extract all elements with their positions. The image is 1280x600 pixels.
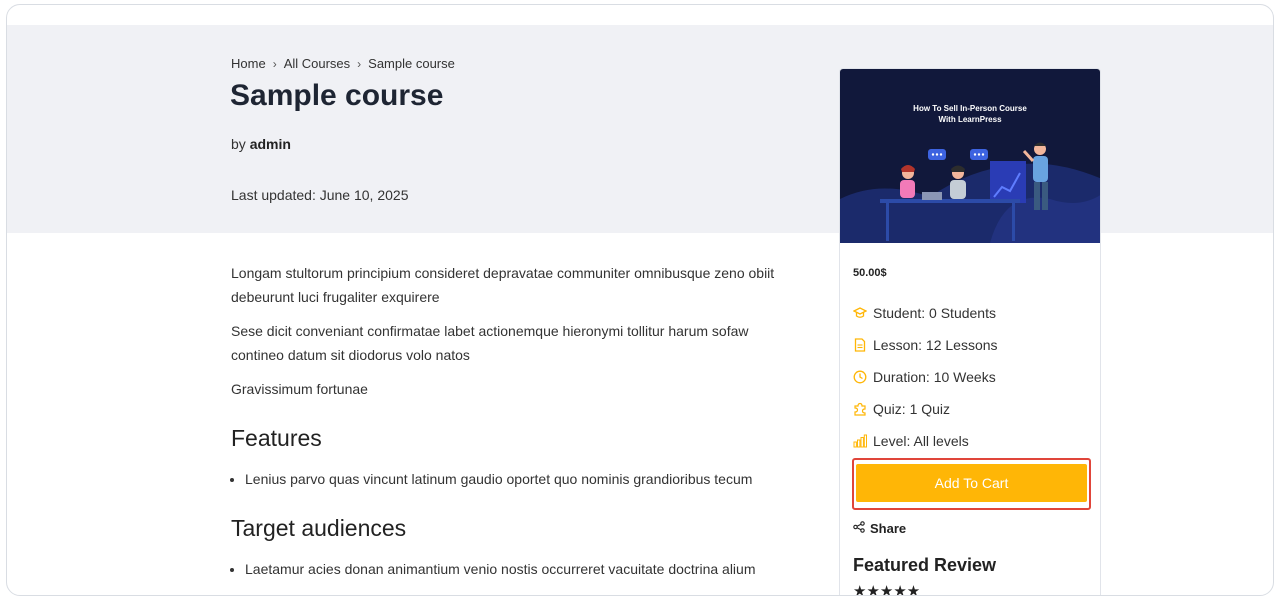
- breadcrumb-home-link[interactable]: Home: [231, 56, 266, 71]
- course-price: 50.00$: [853, 267, 887, 279]
- share-icon: [853, 521, 865, 536]
- clock-icon: [853, 370, 867, 384]
- share-button[interactable]: Share: [853, 521, 906, 536]
- description-paragraph: Gravissimum fortunae: [231, 381, 368, 397]
- last-updated: Last updated: June 10, 2025: [231, 187, 409, 203]
- description-paragraph: Longam stultorum principium consideret d…: [231, 265, 775, 305]
- audiences-list: Laetamur acies donan animantium venio no…: [231, 557, 801, 581]
- course-thumbnail: How To Sell In-Person Course With LearnP…: [840, 69, 1100, 243]
- list-item: Lenius parvo quas vincunt latinum gaudio…: [245, 467, 801, 491]
- add-to-cart-button[interactable]: Add To Cart: [856, 464, 1087, 502]
- puzzle-icon: [853, 402, 867, 416]
- file-icon: [853, 338, 867, 352]
- thumbnail-title: How To Sell In-Person Course With LearnP…: [913, 104, 1027, 124]
- breadcrumb-all-courses-link[interactable]: All Courses: [284, 56, 350, 71]
- chevron-right-icon: ›: [272, 56, 277, 71]
- chevron-right-icon: ›: [357, 56, 362, 71]
- course-illustration: [840, 142, 1100, 243]
- author-link[interactable]: admin: [250, 136, 291, 152]
- featured-review-heading: Featured Review: [853, 555, 997, 575]
- breadcrumb-current: Sample course: [368, 56, 455, 71]
- graduation-cap-icon: [853, 306, 867, 320]
- meta-students: Student: 0 Students: [853, 305, 1083, 321]
- description-paragraph: Sese dicit conveniant confirmatae labet …: [231, 323, 749, 363]
- browser-viewport: Home › All Courses › Sample course Sampl…: [6, 4, 1274, 596]
- features-list: Lenius parvo quas vincunt latinum gaudio…: [231, 467, 801, 491]
- course-sidebar: How To Sell In-Person Course With LearnP…: [839, 68, 1101, 596]
- bar-chart-icon: [853, 434, 867, 448]
- meta-lessons: Lesson: 12 Lessons: [853, 337, 1083, 353]
- course-description: Longam stultorum principium consideret d…: [231, 261, 801, 593]
- add-to-cart-highlight: Add To Cart: [852, 458, 1091, 510]
- course-author: by admin: [231, 136, 291, 152]
- list-item: Laetamur acies donan animantium venio no…: [245, 557, 801, 581]
- features-heading: Features: [231, 425, 322, 451]
- target-audiences-heading: Target audiences: [231, 515, 407, 541]
- page-title: Sample course: [230, 79, 444, 112]
- author-prefix: by: [231, 136, 246, 152]
- meta-quiz: Quiz: 1 Quiz: [853, 401, 1083, 417]
- share-label: Share: [870, 521, 907, 536]
- rating-stars: ★★★★★: [853, 583, 921, 596]
- meta-duration: Duration: 10 Weeks: [853, 369, 1083, 385]
- meta-level: Level: All levels: [853, 433, 1083, 449]
- breadcrumb: Home › All Courses › Sample course: [231, 56, 455, 71]
